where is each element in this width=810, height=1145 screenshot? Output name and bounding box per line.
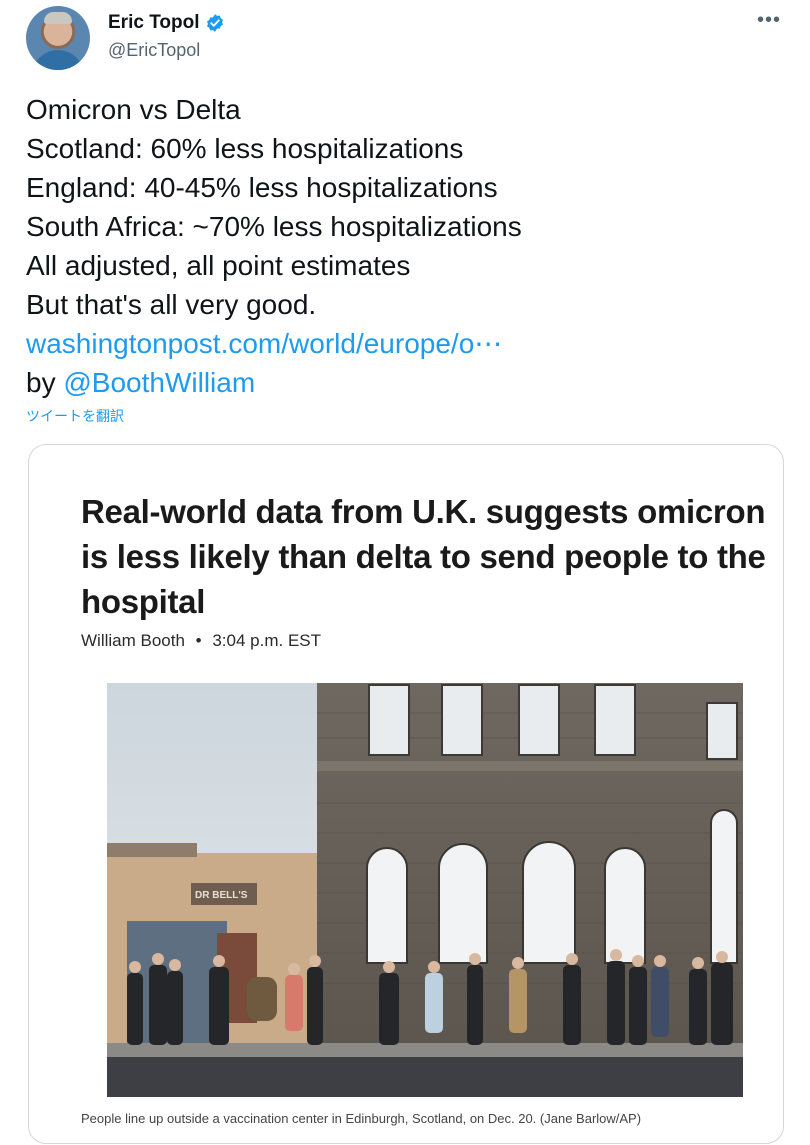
- byline-time: 3:04 p.m. EST: [212, 631, 322, 650]
- tweet-line: England: 40-45% less hospitalizations: [26, 172, 498, 203]
- mention-link[interactable]: @BoothWilliam: [63, 367, 255, 398]
- by-prefix: by: [26, 367, 64, 398]
- photo-caption: People line up outside a vaccination cen…: [81, 1111, 642, 1126]
- tweet-line: South Africa: ~70% less hospitalizations: [26, 211, 522, 242]
- verified-badge-icon: [207, 14, 224, 32]
- byline-author: William Booth: [81, 631, 185, 650]
- tweet-header: Eric Topol @EricTopol •••: [26, 6, 786, 76]
- tweet-line: But that's all very good.: [26, 289, 317, 320]
- author-name-row: Eric Topol: [108, 12, 225, 34]
- more-horizontal-icon[interactable]: •••: [756, 9, 782, 31]
- link-preview-card[interactable]: Real-world data from U.K. suggests omicr…: [28, 444, 784, 1144]
- tweet-line: Omicron vs Delta: [26, 94, 241, 125]
- tweet-text: Omicron vs Delta Scotland: 60% less hosp…: [26, 90, 786, 402]
- article-photo: DR BELL'S: [107, 683, 743, 1097]
- card-headline: Real-world data from U.K. suggests omicr…: [81, 493, 766, 620]
- tweet-line: Scotland: 60% less hospitalizations: [26, 133, 464, 164]
- photo-illustration: DR BELL'S: [107, 683, 743, 1097]
- photo-sign-text: DR BELL'S: [195, 890, 248, 901]
- tweet-line: All adjusted, all point estimates: [26, 250, 411, 281]
- author-name[interactable]: Eric Topol: [108, 12, 199, 34]
- article-link[interactable]: washingtonpost.com/world/europe/o⋯: [26, 324, 786, 363]
- translate-tweet-link[interactable]: ツイートを翻訳: [26, 406, 124, 426]
- byline-separator: •: [195, 631, 202, 650]
- card-byline: William Booth • 3:04 p.m. EST: [81, 631, 321, 651]
- byline-line: by @BoothWilliam: [26, 363, 786, 402]
- author-handle[interactable]: @EricTopol: [108, 40, 200, 61]
- avatar[interactable]: [26, 6, 90, 70]
